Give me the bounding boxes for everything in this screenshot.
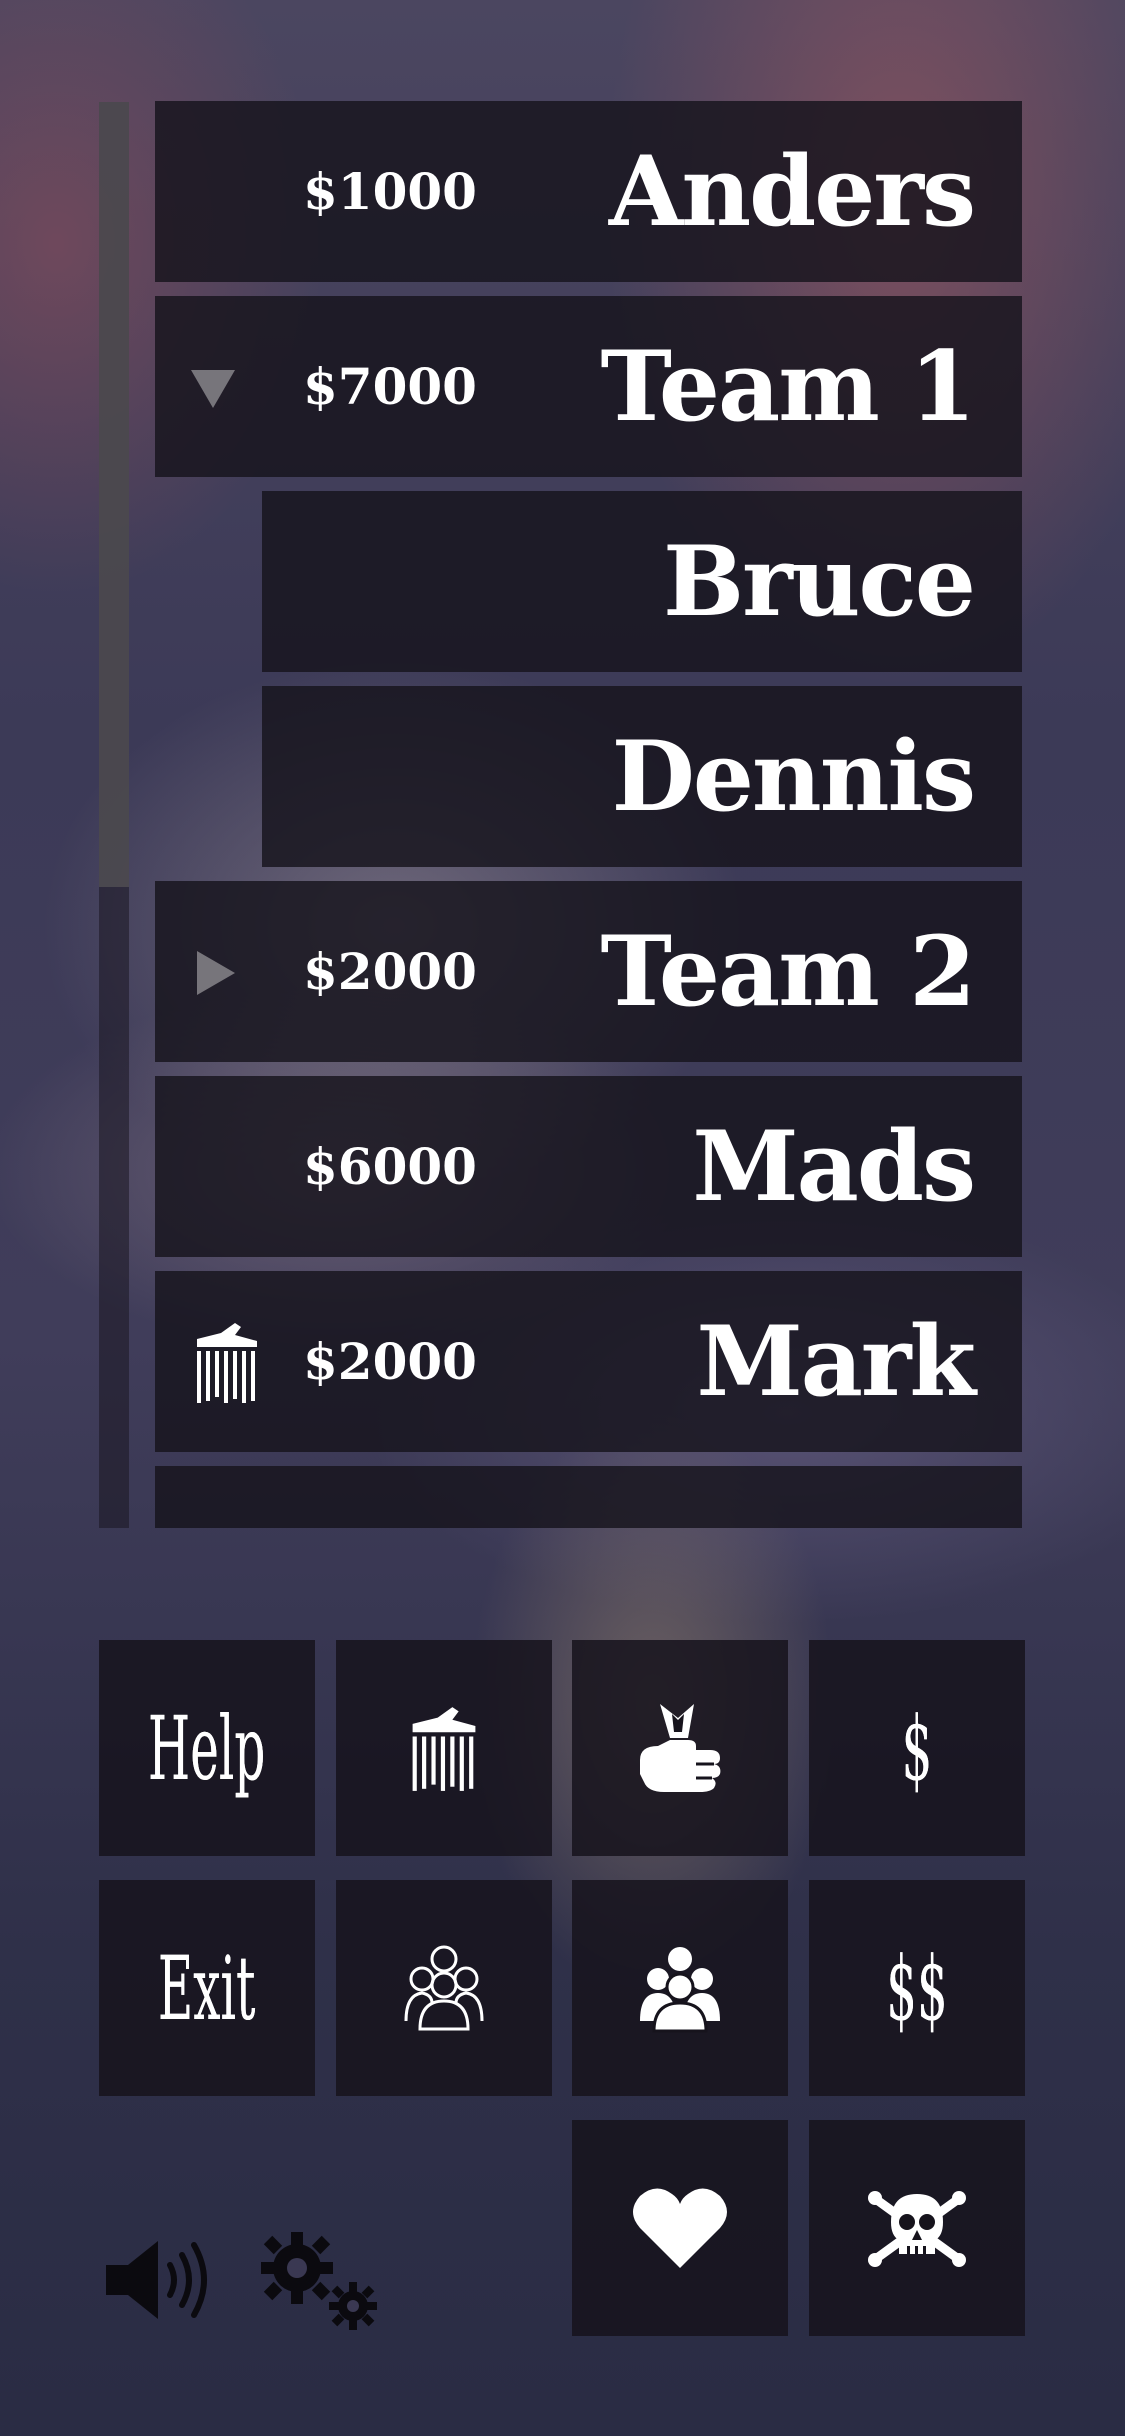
player-name: Mads: [692, 1110, 976, 1223]
player-name: Mark: [696, 1305, 976, 1418]
bank-icon: [197, 1323, 257, 1403]
team-filled-button[interactable]: [572, 1880, 788, 2096]
player-amount: $2000: [303, 1332, 477, 1391]
heart-button[interactable]: [572, 2120, 788, 2336]
gears-icon[interactable]: [255, 2228, 381, 2334]
dollar-button[interactable]: $: [809, 1640, 1025, 1856]
scrollbar-thumb[interactable]: [99, 102, 129, 887]
skull-crossbones-icon: [868, 2191, 966, 2267]
team-name: Team 1: [600, 330, 976, 443]
player-amount: $1000: [303, 162, 477, 221]
bankrupt-button[interactable]: [336, 1640, 552, 1856]
team-member-row-bruce[interactable]: Bruce: [262, 491, 1022, 672]
exit-button[interactable]: Exit: [99, 1880, 315, 2096]
expand-triangle-icon[interactable]: [183, 943, 243, 1003]
team-name: Team 2: [600, 915, 976, 1028]
member-name: Bruce: [662, 525, 976, 638]
group-filled-icon: [640, 1947, 720, 2033]
team-amount: $2000: [303, 942, 477, 1001]
team-row-team-2[interactable]: $2000 Team 2: [155, 881, 1022, 1062]
skull-button[interactable]: [809, 2120, 1025, 2336]
bank-icon: [412, 1707, 476, 1791]
member-name: Dennis: [611, 720, 976, 833]
player-row-mark[interactable]: $2000 Mark: [155, 1271, 1022, 1452]
double-dollar-button[interactable]: $$: [809, 1880, 1025, 2096]
player-row-anders[interactable]: $1000 Anders: [155, 101, 1022, 282]
double-dollar-label: $$: [886, 1936, 949, 2041]
cash-hand-icon: [640, 1704, 721, 1792]
player-name: Anders: [608, 135, 976, 248]
collapse-triangle-icon[interactable]: [183, 358, 243, 418]
player-row-mads[interactable]: $6000 Mads: [155, 1076, 1022, 1257]
help-label: Help: [148, 1696, 266, 1801]
team-row-team-1[interactable]: $7000 Team 1: [155, 296, 1022, 477]
team-member-row-dennis[interactable]: Dennis: [262, 686, 1022, 867]
team-outline-button[interactable]: [336, 1880, 552, 2096]
player-amount: $6000: [303, 1137, 477, 1196]
dollar-label: $: [901, 1696, 933, 1801]
help-button[interactable]: Help: [99, 1640, 315, 1856]
exit-label: Exit: [158, 1936, 257, 2041]
speaker-icon[interactable]: [102, 2235, 214, 2325]
heart-icon: [633, 2188, 727, 2268]
group-outline-icon: [404, 1945, 484, 2031]
list-item-partial[interactable]: [155, 1466, 1022, 1528]
team-amount: $7000: [303, 357, 477, 416]
pay-button[interactable]: [572, 1640, 788, 1856]
